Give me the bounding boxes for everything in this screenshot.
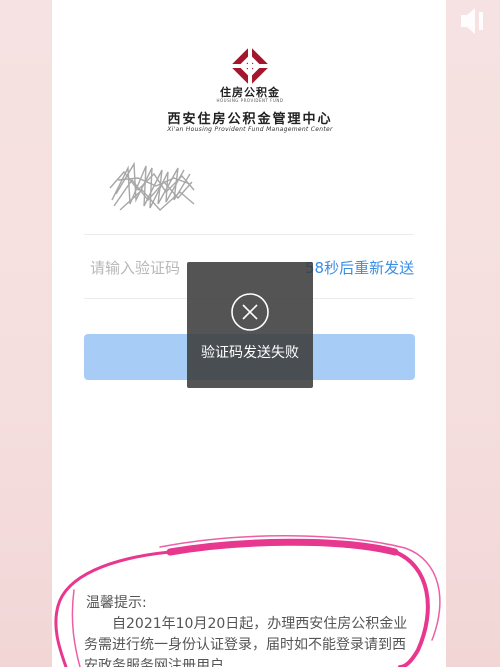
redacted-phone-number [109, 161, 195, 211]
notice-body: 自2021年10月20日起，办理西安住房公积金业务需进行统一身份认证登录，届时如… [84, 616, 408, 667]
housing-fund-logo [230, 46, 270, 86]
resend-code-button[interactable]: 58秒后重新发送 [305, 257, 414, 278]
toast-message: 验证码发送失败 [201, 345, 299, 361]
volume-muted-icon[interactable] [458, 4, 488, 38]
close-circle-icon [231, 293, 269, 331]
organization-english-name: Xi'an Housing Provident Fund Management … [167, 126, 333, 133]
organization-name: 西安住房公积金管理中心 [167, 112, 333, 127]
logo-english-text: HOUSING PROVIDENT FUND [216, 98, 284, 103]
notice-title: 温馨提示: [86, 595, 147, 611]
divider [84, 234, 414, 235]
error-toast: 验证码发送失败 [187, 262, 313, 388]
screenshot-stage: 住房公积金 HOUSING PROVIDENT FUND 西安住房公积金管理中心… [0, 0, 500, 667]
